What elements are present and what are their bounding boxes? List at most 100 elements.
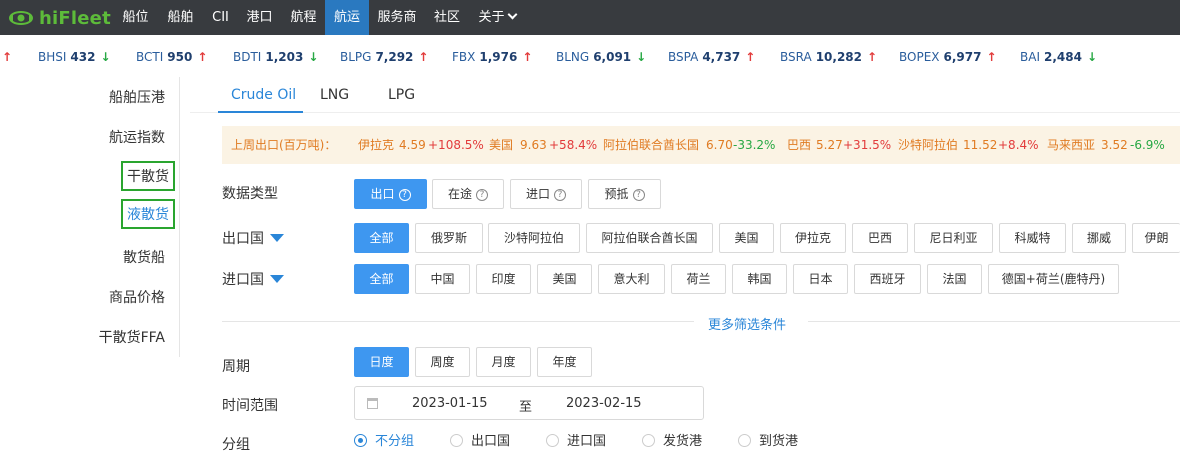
import-country-option[interactable]: 法国	[927, 264, 982, 294]
hifleet-logo-icon	[9, 11, 33, 25]
radio-icon	[450, 434, 463, 447]
radio-icon	[738, 434, 751, 447]
import-country-option[interactable]: 德国+荷兰(鹿特丹)	[988, 264, 1119, 294]
banner-value: 4.59	[399, 138, 426, 152]
banner-country: 马来西亚	[1047, 138, 1096, 152]
question-circle-icon[interactable]: ?	[632, 189, 645, 201]
banner-value: 5.27	[816, 138, 843, 152]
start-date[interactable]: 2023-01-15	[412, 396, 488, 411]
import-country-option[interactable]: 荷兰	[671, 264, 726, 294]
more-filters-link[interactable]: 更多筛选条件	[708, 314, 787, 333]
side-item-dry-bulk[interactable]: 干散货	[121, 161, 175, 191]
export-country-option[interactable]: 巴西	[852, 223, 908, 253]
banner-change: -33.2%	[733, 138, 776, 152]
ticker-item-bsra[interactable]: BSRA 10,282 ↑	[780, 50, 877, 64]
nav-item-about[interactable]: 关于	[469, 0, 525, 35]
export-country-option[interactable]: 尼日利亚	[914, 223, 993, 253]
side-item-port-congestion[interactable]: 船舶压港	[109, 87, 165, 107]
export-country-option[interactable]: 挪威	[1072, 223, 1126, 253]
question-circle-icon[interactable]: ?	[476, 189, 488, 201]
ticker-item-bhsi[interactable]: BHSI 432 ↓	[38, 50, 111, 64]
export-country-option[interactable]: 阿拉伯联合酋长国	[586, 223, 713, 253]
data-type-label: 数据类型	[222, 186, 278, 202]
nav-item-ports[interactable]: 港口	[237, 0, 282, 35]
tab-lpg[interactable]: LPG	[388, 87, 415, 103]
import-country-option[interactable]: 韩国	[732, 264, 787, 294]
ticker-item-blng[interactable]: BLNG 6,091 ↓	[556, 50, 646, 64]
ticker-item-bai[interactable]: BAI 2,484 ↓	[1020, 50, 1097, 64]
grouping-option-import-country[interactable]: 进口国	[546, 434, 606, 450]
banner-country: 巴西	[787, 138, 812, 152]
grouping-option-export-country[interactable]: 出口国	[450, 434, 510, 450]
import-country-option[interactable]: 中国	[415, 264, 470, 294]
ticker-item-bdti[interactable]: BDTI 1,203 ↓	[233, 50, 318, 64]
ticker-item-bspa[interactable]: BSPA 4,737 ↑	[668, 50, 755, 64]
import-country-option[interactable]: 全部	[354, 264, 409, 294]
ticker-item-bopex[interactable]: BOPEX 6,977 ↑	[899, 50, 997, 64]
grouping-option-none[interactable]: 不分组	[354, 434, 414, 450]
end-date[interactable]: 2023-02-15	[566, 396, 642, 411]
data-type-import-button[interactable]: 进口?	[510, 179, 582, 209]
data-type-in-transit-button[interactable]: 在途?	[432, 179, 504, 209]
side-item-dry-bulk-ffa[interactable]: 干散货FFA	[99, 327, 165, 347]
grouping-option-discharge-port[interactable]: 到货港	[738, 434, 798, 450]
side-item-liquid-bulk[interactable]: 液散货	[121, 199, 175, 229]
import-country-option[interactable]: 意大利	[598, 264, 665, 294]
export-country-option[interactable]: 科威特	[999, 223, 1066, 253]
period-option-daily[interactable]: 日度	[354, 347, 409, 377]
export-country-option[interactable]: 全部	[354, 223, 409, 253]
side-item-commodity-price[interactable]: 商品价格	[109, 287, 165, 307]
arrow-up-icon: ↑	[745, 50, 756, 64]
period-option-yearly[interactable]: 年度	[537, 347, 592, 377]
period-option-weekly[interactable]: 周度	[415, 347, 470, 377]
import-country-label[interactable]: 进口国	[222, 269, 284, 289]
arrow-up-icon: ↑	[867, 50, 878, 64]
ticker-item-fbx[interactable]: FBX 1,976 ↑	[452, 50, 532, 64]
export-country-option[interactable]: 沙特阿拉伯	[488, 223, 580, 253]
banner-country: 沙特阿拉伯	[898, 138, 959, 152]
arrow-up-icon: ↑	[197, 50, 208, 64]
ticker-item-bcti[interactable]: BCTI 950 ↑	[136, 50, 207, 64]
radio-icon	[354, 434, 367, 447]
export-country-label[interactable]: 出口国	[222, 228, 284, 248]
import-country-option[interactable]: 美国	[537, 264, 592, 294]
data-type-export-button[interactable]: 出口?	[354, 179, 427, 209]
side-item-bulk-carrier[interactable]: 散货船	[123, 247, 165, 267]
question-circle-icon[interactable]: ?	[554, 189, 566, 201]
arrow-up-icon: ↑	[418, 50, 429, 64]
export-country-option[interactable]: 伊拉克	[780, 223, 846, 253]
period-option-monthly[interactable]: 月度	[476, 347, 531, 377]
nav-item-shipping[interactable]: 航运	[325, 0, 369, 35]
nav-item-vessel-position[interactable]: 船位	[114, 0, 157, 35]
import-country-option[interactable]: 印度	[476, 264, 531, 294]
date-range-picker[interactable]: 2023-01-15 至 2023-02-15	[354, 386, 704, 420]
banner-value: 11.52	[963, 138, 998, 152]
caret-down-icon	[270, 234, 284, 242]
banner-country: 伊拉克	[358, 138, 395, 152]
export-country-option[interactable]: 美国	[719, 223, 774, 253]
import-country-option[interactable]: 西班牙	[854, 264, 921, 294]
tab-crude-oil[interactable]: Crude Oil	[231, 87, 296, 103]
grouping-option-loading-port[interactable]: 发货港	[642, 434, 702, 450]
nav-item-voyage[interactable]: 航程	[282, 0, 325, 35]
export-country-option[interactable]: 伊朗	[1132, 223, 1180, 253]
period-label: 周期	[222, 359, 250, 375]
data-type-eta-button[interactable]: 预抵?	[588, 179, 661, 209]
arrow-up-icon: ↑	[522, 50, 533, 64]
question-circle-icon[interactable]: ?	[398, 189, 411, 201]
nav-item-community[interactable]: 社区	[425, 0, 469, 35]
date-range-separator: 至	[519, 400, 533, 415]
tab-lng[interactable]: LNG	[320, 87, 349, 103]
calendar-icon	[367, 398, 378, 409]
export-country-option[interactable]: 俄罗斯	[415, 223, 483, 253]
import-country-option[interactable]: 日本	[793, 264, 848, 294]
nav-item-service-providers[interactable]: 服务商	[369, 0, 425, 35]
index-ticker: ↑ BHSI 432 ↓ BCTI 950 ↑ BDTI 1,203 ↓ BLPG 7,292…	[0, 35, 1180, 77]
banner-change: +31.5%	[843, 138, 892, 152]
side-item-shipping-index[interactable]: 航运指数	[109, 127, 165, 147]
nav-item-vessels[interactable]: 船舶	[157, 0, 204, 35]
nav-item-cii[interactable]: CII	[204, 0, 237, 35]
brand-logo[interactable]: hiFleet	[8, 7, 111, 29]
caret-down-icon	[270, 275, 284, 283]
ticker-item-blpg[interactable]: BLPG 7,292 ↑	[340, 50, 428, 64]
